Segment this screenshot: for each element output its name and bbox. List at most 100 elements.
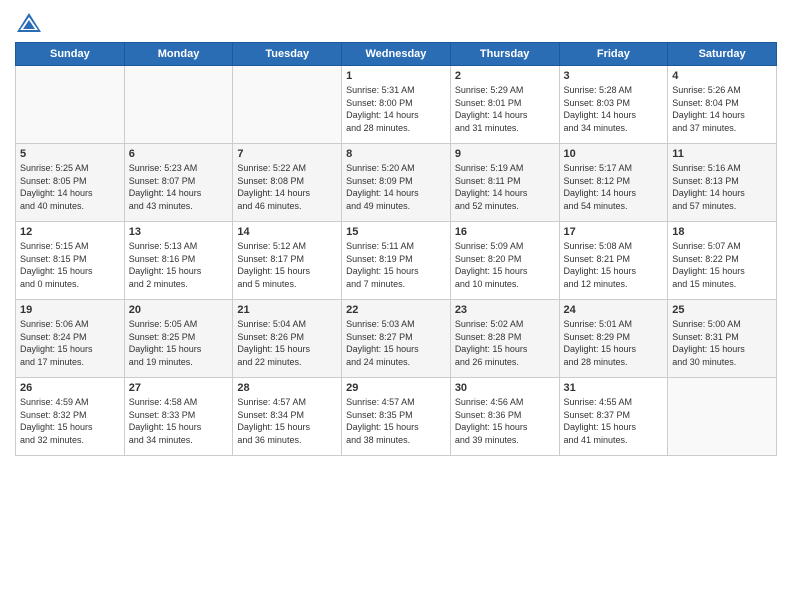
day-info: Sunrise: 4:56 AMSunset: 8:36 PMDaylight:… (455, 396, 555, 446)
week-row-3: 12 Sunrise: 5:15 AMSunset: 8:15 PMDayligh… (16, 222, 777, 300)
calendar-body: 1 Sunrise: 5:31 AMSunset: 8:00 PMDaylight… (16, 66, 777, 456)
day-cell: 9 Sunrise: 5:19 AMSunset: 8:11 PMDaylight… (450, 144, 559, 222)
day-info: Sunrise: 5:08 AMSunset: 8:21 PMDaylight:… (564, 240, 664, 290)
day-cell: 21 Sunrise: 5:04 AMSunset: 8:26 PMDayligh… (233, 300, 342, 378)
day-number: 25 (672, 304, 772, 316)
day-number: 26 (20, 382, 120, 394)
day-number: 8 (346, 148, 446, 160)
day-number: 13 (129, 226, 229, 238)
day-number: 24 (564, 304, 664, 316)
day-number: 28 (237, 382, 337, 394)
day-info: Sunrise: 5:17 AMSunset: 8:12 PMDaylight:… (564, 162, 664, 212)
day-cell: 28 Sunrise: 4:57 AMSunset: 8:34 PMDayligh… (233, 378, 342, 456)
day-number: 21 (237, 304, 337, 316)
day-cell: 29 Sunrise: 4:57 AMSunset: 8:35 PMDayligh… (342, 378, 451, 456)
weekday-header-friday: Friday (559, 43, 668, 66)
day-info: Sunrise: 5:00 AMSunset: 8:31 PMDaylight:… (672, 318, 772, 368)
day-info: Sunrise: 5:26 AMSunset: 8:04 PMDaylight:… (672, 84, 772, 134)
calendar-header: SundayMondayTuesdayWednesdayThursdayFrid… (16, 43, 777, 66)
day-number: 14 (237, 226, 337, 238)
day-number: 2 (455, 70, 555, 82)
day-number: 31 (564, 382, 664, 394)
day-info: Sunrise: 4:57 AMSunset: 8:35 PMDaylight:… (346, 396, 446, 446)
day-cell: 4Sunrise: 5:26 AMSunset: 8:04 PMDaylight… (668, 66, 777, 144)
day-number: 3 (564, 70, 664, 82)
day-info: Sunrise: 5:03 AMSunset: 8:27 PMDaylight:… (346, 318, 446, 368)
day-number: 11 (672, 148, 772, 160)
day-cell: 17 Sunrise: 5:08 AMSunset: 8:21 PMDayligh… (559, 222, 668, 300)
day-cell: 10Sunrise: 5:17 AMSunset: 8:12 PMDayligh… (559, 144, 668, 222)
day-cell: 23 Sunrise: 5:02 AMSunset: 8:28 PMDayligh… (450, 300, 559, 378)
day-cell: 20Sunrise: 5:05 AMSunset: 8:25 PMDayligh… (124, 300, 233, 378)
day-cell: 3 Sunrise: 5:28 AMSunset: 8:03 PMDaylight… (559, 66, 668, 144)
day-number: 30 (455, 382, 555, 394)
day-info: Sunrise: 5:06 AMSunset: 8:24 PMDaylight:… (20, 318, 120, 368)
day-info: Sunrise: 5:13 AMSunset: 8:16 PMDaylight:… (129, 240, 229, 290)
day-cell: 31 Sunrise: 4:55 AMSunset: 8:37 PMDayligh… (559, 378, 668, 456)
week-row-4: 19 Sunrise: 5:06 AMSunset: 8:24 PMDayligh… (16, 300, 777, 378)
day-number: 22 (346, 304, 446, 316)
day-info: Sunrise: 5:19 AMSunset: 8:11 PMDaylight:… (455, 162, 555, 212)
calendar-table: SundayMondayTuesdayWednesdayThursdayFrid… (15, 42, 777, 456)
day-cell: 8 Sunrise: 5:20 AMSunset: 8:09 PMDaylight… (342, 144, 451, 222)
day-info: Sunrise: 5:02 AMSunset: 8:28 PMDaylight:… (455, 318, 555, 368)
day-info: Sunrise: 5:04 AMSunset: 8:26 PMDaylight:… (237, 318, 337, 368)
day-cell: 18Sunrise: 5:07 AMSunset: 8:22 PMDayligh… (668, 222, 777, 300)
day-number: 17 (564, 226, 664, 238)
day-number: 15 (346, 226, 446, 238)
day-cell: 30 Sunrise: 4:56 AMSunset: 8:36 PMDayligh… (450, 378, 559, 456)
day-number: 29 (346, 382, 446, 394)
day-number: 19 (20, 304, 120, 316)
day-number: 1 (346, 70, 446, 82)
day-cell: 25 Sunrise: 5:00 AMSunset: 8:31 PMDayligh… (668, 300, 777, 378)
day-cell (124, 66, 233, 144)
day-cell: 24 Sunrise: 5:01 AMSunset: 8:29 PMDayligh… (559, 300, 668, 378)
day-info: Sunrise: 4:59 AMSunset: 8:32 PMDaylight:… (20, 396, 120, 446)
day-cell: 16Sunrise: 5:09 AMSunset: 8:20 PMDayligh… (450, 222, 559, 300)
header (15, 10, 777, 38)
day-info: Sunrise: 5:15 AMSunset: 8:15 PMDaylight:… (20, 240, 120, 290)
day-cell: 2Sunrise: 5:29 AMSunset: 8:01 PMDaylight… (450, 66, 559, 144)
week-row-5: 26 Sunrise: 4:59 AMSunset: 8:32 PMDayligh… (16, 378, 777, 456)
day-info: Sunrise: 5:25 AMSunset: 8:05 PMDaylight:… (20, 162, 120, 212)
day-info: Sunrise: 5:16 AMSunset: 8:13 PMDaylight:… (672, 162, 772, 212)
day-number: 5 (20, 148, 120, 160)
day-number: 23 (455, 304, 555, 316)
weekday-header-wednesday: Wednesday (342, 43, 451, 66)
logo-icon (15, 10, 43, 38)
day-cell: 15Sunrise: 5:11 AMSunset: 8:19 PMDayligh… (342, 222, 451, 300)
day-info: Sunrise: 4:57 AMSunset: 8:34 PMDaylight:… (237, 396, 337, 446)
day-cell: 13 Sunrise: 5:13 AMSunset: 8:16 PMDayligh… (124, 222, 233, 300)
day-cell: 1 Sunrise: 5:31 AMSunset: 8:00 PMDaylight… (342, 66, 451, 144)
day-cell: 27Sunrise: 4:58 AMSunset: 8:33 PMDayligh… (124, 378, 233, 456)
day-info: Sunrise: 5:12 AMSunset: 8:17 PMDaylight:… (237, 240, 337, 290)
day-info: Sunrise: 5:31 AMSunset: 8:00 PMDaylight:… (346, 84, 446, 134)
day-number: 18 (672, 226, 772, 238)
day-info: Sunrise: 5:20 AMSunset: 8:09 PMDaylight:… (346, 162, 446, 212)
day-cell: 26 Sunrise: 4:59 AMSunset: 8:32 PMDayligh… (16, 378, 125, 456)
weekday-header-sunday: Sunday (16, 43, 125, 66)
logo (15, 10, 47, 38)
day-cell: 22 Sunrise: 5:03 AMSunset: 8:27 PMDayligh… (342, 300, 451, 378)
day-number: 7 (237, 148, 337, 160)
day-number: 12 (20, 226, 120, 238)
day-info: Sunrise: 5:22 AMSunset: 8:08 PMDaylight:… (237, 162, 337, 212)
weekday-header-monday: Monday (124, 43, 233, 66)
weekday-header-tuesday: Tuesday (233, 43, 342, 66)
day-number: 27 (129, 382, 229, 394)
week-row-2: 5 Sunrise: 5:25 AMSunset: 8:05 PMDaylight… (16, 144, 777, 222)
day-info: Sunrise: 5:01 AMSunset: 8:29 PMDaylight:… (564, 318, 664, 368)
day-number: 9 (455, 148, 555, 160)
day-cell: 19 Sunrise: 5:06 AMSunset: 8:24 PMDayligh… (16, 300, 125, 378)
day-number: 20 (129, 304, 229, 316)
day-info: Sunrise: 5:28 AMSunset: 8:03 PMDaylight:… (564, 84, 664, 134)
day-number: 6 (129, 148, 229, 160)
day-info: Sunrise: 4:55 AMSunset: 8:37 PMDaylight:… (564, 396, 664, 446)
day-cell: 14 Sunrise: 5:12 AMSunset: 8:17 PMDayligh… (233, 222, 342, 300)
day-cell: 11 Sunrise: 5:16 AMSunset: 8:13 PMDayligh… (668, 144, 777, 222)
day-info: Sunrise: 5:23 AMSunset: 8:07 PMDaylight:… (129, 162, 229, 212)
day-cell (668, 378, 777, 456)
page: SundayMondayTuesdayWednesdayThursdayFrid… (0, 0, 792, 466)
day-cell (16, 66, 125, 144)
day-cell: 5 Sunrise: 5:25 AMSunset: 8:05 PMDaylight… (16, 144, 125, 222)
